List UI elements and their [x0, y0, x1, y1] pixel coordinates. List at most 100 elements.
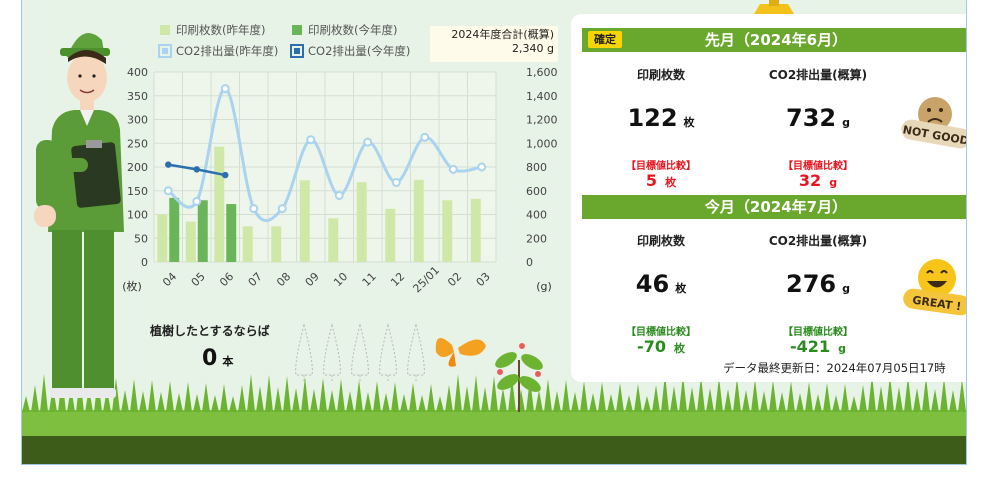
grass-blade [220, 384, 228, 412]
grass-blade [238, 385, 246, 412]
point-co2-prev [192, 196, 202, 206]
grass-blade [364, 392, 372, 412]
legend-swatch-inner [162, 48, 168, 54]
tree-icon [407, 323, 425, 381]
y-right-tick-label: 1,600 [526, 66, 558, 79]
y-right-tick-label: 1,400 [526, 90, 558, 103]
y-right-tick-label: 1,000 [526, 137, 558, 150]
x-tick-label: 03 [474, 270, 493, 289]
tree-icon [351, 323, 369, 381]
last-month-title: 先月（2024年6月） [704, 31, 848, 49]
grass-blade [436, 396, 444, 412]
this-month-co2-diff: -421 g [790, 337, 846, 356]
grass-blade [139, 391, 147, 412]
grass-blade [742, 390, 750, 412]
y-left-unit-label: (枚) [122, 279, 142, 293]
grass-blade [202, 383, 210, 412]
x-tick-label: 06 [217, 270, 236, 289]
grass-blade [949, 390, 957, 412]
legend-swatch [292, 25, 302, 35]
great-stamp: GREAT ! [903, 259, 966, 316]
grass-blade [814, 394, 822, 412]
bar-print-cur [169, 197, 180, 262]
last-month-print-diff: 5枚 [645, 171, 677, 190]
x-tick-label: 10 [331, 270, 350, 289]
grass-blade [166, 381, 174, 412]
grass-blade [382, 393, 390, 412]
grass-blade [544, 379, 552, 412]
grass-blade [229, 396, 237, 412]
grass-blade [454, 374, 462, 412]
grass-blade [877, 386, 885, 412]
staff-illustration [34, 32, 124, 398]
bar-print-prev [356, 182, 367, 262]
grass-blade [796, 393, 804, 412]
grass-blade [571, 392, 579, 412]
bar-print-prev [157, 214, 168, 262]
legend-swatch-inner [294, 48, 300, 54]
grass-blade [481, 387, 489, 412]
bar-print-cur [226, 204, 237, 262]
grass-blade [652, 385, 660, 412]
point-co2-prev [391, 177, 401, 187]
grass-blade [607, 394, 615, 412]
yearly-total-box: 2024年度合計(概算) 2,340 g [430, 26, 558, 62]
tree-label: 植樹したとするならば [150, 324, 270, 338]
grass-blade [373, 381, 381, 412]
grass-blade [328, 390, 336, 412]
bar-print-cur [197, 200, 208, 262]
bar-print-prev [442, 200, 453, 262]
y-right-tick-label: 600 [526, 185, 547, 198]
bar-print-prev [470, 198, 481, 262]
grass-blade [319, 378, 327, 412]
grass-blade [193, 394, 201, 412]
bar-print-prev [328, 218, 339, 262]
yearly-total-value: 2,340 g [512, 42, 554, 55]
grass-blade [310, 389, 318, 412]
tree-placeholder-icons [295, 323, 425, 381]
grass-blade [274, 387, 282, 412]
grass-blade [472, 375, 480, 412]
this-month-title: 今月（2024年7月） [704, 198, 848, 216]
grass-blade [130, 379, 138, 412]
legend-label: CO2排出量(昨年度) [176, 44, 278, 58]
grass-blade [427, 384, 435, 412]
point-co2-prev [420, 132, 430, 142]
grass-blade [643, 396, 651, 412]
grass-blade [409, 383, 417, 412]
legend-swatch [160, 25, 170, 35]
x-tick-label: 12 [388, 270, 407, 289]
grass-blade [157, 392, 165, 412]
grass-blade [265, 375, 273, 412]
this-month-print-diff: -70 枚 [637, 337, 685, 356]
bar-print-prev [385, 208, 396, 262]
grass-blade [31, 385, 39, 412]
grass-blade [40, 374, 48, 412]
point-co2-prev [477, 162, 487, 172]
grass-blade [337, 379, 345, 412]
grass-blade [418, 395, 426, 412]
grass-blade [706, 388, 714, 412]
point-co2-prev [220, 84, 230, 94]
grass-blade [499, 388, 507, 412]
y-left-tick-label: 150 [127, 185, 148, 198]
grass-blade [922, 377, 930, 412]
grass-blade [247, 374, 255, 412]
grass-blade [787, 381, 795, 412]
y-left-tick-label: 250 [127, 137, 148, 150]
grass-blade [391, 382, 399, 412]
this-month-co2-value: 276 g [786, 270, 850, 298]
grass-blade [589, 393, 597, 412]
grass-blade [724, 389, 732, 412]
y-left-tick-label: 0 [141, 256, 148, 269]
grass-blade [805, 382, 813, 412]
x-tick-label: 02 [445, 270, 464, 289]
print-co2-chart: 0 050 200100 400150 600200 800250 1,000300 1,20… [122, 23, 557, 295]
grass-blade [283, 376, 291, 412]
bar-print-prev [214, 146, 225, 262]
point-co2-prev [306, 135, 316, 145]
this-month-header: 今月（2024年7月） [582, 195, 966, 219]
legend-label: CO2排出量(今年度) [308, 44, 410, 58]
grass-blade [895, 387, 903, 412]
tree-icon [295, 323, 313, 381]
